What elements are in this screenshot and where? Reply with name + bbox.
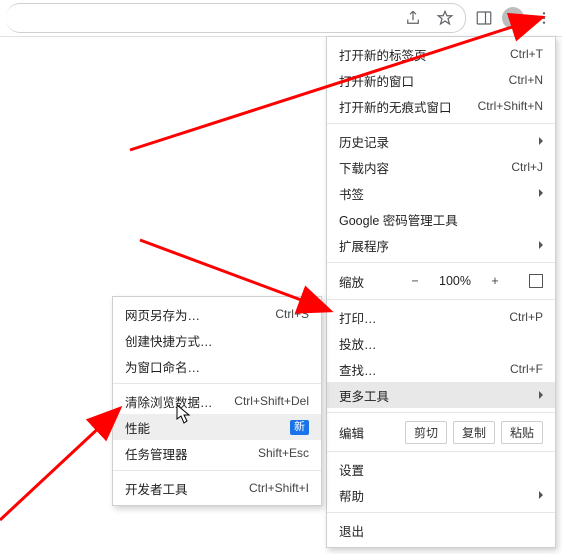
menu-item-label: 任务管理器 bbox=[125, 444, 250, 463]
menu-separator bbox=[327, 299, 555, 300]
menu-item-label: 扩展程序 bbox=[339, 236, 543, 255]
menu-find[interactable]: 查找… Ctrl+F bbox=[327, 356, 555, 382]
address-bar[interactable] bbox=[6, 3, 466, 33]
menu-separator bbox=[327, 451, 555, 452]
menu-new-window[interactable]: 打开新的窗口 Ctrl+N bbox=[327, 67, 555, 93]
menu-separator bbox=[327, 412, 555, 413]
menu-item-label: 查找… bbox=[339, 360, 502, 379]
more-tools-submenu: 网页另存为… Ctrl+S 创建快捷方式… 为窗口命名… 清除浏览数据… Ctr… bbox=[112, 296, 322, 506]
menu-more-tools[interactable]: 更多工具 bbox=[327, 382, 555, 408]
menu-item-shortcut: Ctrl+J bbox=[511, 160, 543, 174]
star-icon[interactable] bbox=[435, 8, 455, 28]
menu-separator bbox=[327, 512, 555, 513]
main-menu: 打开新的标签页 Ctrl+T 打开新的窗口 Ctrl+N 打开新的无痕式窗口 C… bbox=[326, 36, 556, 548]
menu-help[interactable]: 帮助 bbox=[327, 482, 555, 508]
menu-item-shortcut: Ctrl+N bbox=[509, 73, 543, 87]
menu-settings[interactable]: 设置 bbox=[327, 456, 555, 482]
new-badge: 新 bbox=[290, 420, 309, 435]
menu-item-label: 帮助 bbox=[339, 486, 543, 505]
menu-exit[interactable]: 退出 bbox=[327, 517, 555, 543]
submenu-performance[interactable]: 性能 新 bbox=[113, 414, 321, 440]
menu-item-shortcut: Ctrl+Shift+Del bbox=[234, 394, 309, 408]
menu-item-shortcut: Ctrl+T bbox=[510, 47, 543, 61]
cut-button[interactable]: 剪切 bbox=[405, 421, 447, 444]
menu-password-manager[interactable]: Google 密码管理工具 bbox=[327, 206, 555, 232]
menu-item-label: 打印… bbox=[339, 308, 501, 327]
kebab-menu-button[interactable] bbox=[532, 6, 556, 30]
menu-item-label: 历史记录 bbox=[339, 132, 543, 151]
menu-separator bbox=[327, 262, 555, 263]
menu-item-label: 投放… bbox=[339, 334, 543, 353]
menu-item-label: 性能 bbox=[125, 418, 284, 437]
zoom-label: 缩放 bbox=[339, 272, 387, 291]
menu-bookmarks[interactable]: 书签 bbox=[327, 180, 555, 206]
screenshot-stage: 打开新的标签页 Ctrl+T 打开新的窗口 Ctrl+N 打开新的无痕式窗口 C… bbox=[0, 0, 562, 554]
zoom-out-button[interactable]: − bbox=[405, 274, 425, 288]
menu-incognito[interactable]: 打开新的无痕式窗口 Ctrl+Shift+N bbox=[327, 93, 555, 119]
menu-item-shortcut: Ctrl+F bbox=[510, 362, 543, 376]
menu-item-label: 为窗口命名… bbox=[125, 357, 309, 376]
menu-item-label: 打开新的标签页 bbox=[339, 45, 502, 64]
menu-extensions[interactable]: 扩展程序 bbox=[327, 232, 555, 258]
menu-edit: 编辑 剪切 复制 粘贴 bbox=[327, 417, 555, 447]
menu-new-tab[interactable]: 打开新的标签页 Ctrl+T bbox=[327, 41, 555, 67]
menu-separator bbox=[327, 123, 555, 124]
profile-avatar[interactable] bbox=[502, 7, 524, 29]
menu-item-label: 网页另存为… bbox=[125, 305, 267, 324]
submenu-clear-data[interactable]: 清除浏览数据… Ctrl+Shift+Del bbox=[113, 388, 321, 414]
browser-toolbar bbox=[0, 0, 562, 37]
menu-separator bbox=[113, 470, 321, 471]
share-icon[interactable] bbox=[403, 8, 423, 28]
menu-history[interactable]: 历史记录 bbox=[327, 128, 555, 154]
zoom-value: 100% bbox=[435, 274, 475, 288]
edit-label: 编辑 bbox=[339, 423, 387, 442]
menu-item-label: 打开新的无痕式窗口 bbox=[339, 97, 470, 116]
menu-item-shortcut: Ctrl+S bbox=[275, 307, 309, 321]
zoom-in-button[interactable]: + bbox=[485, 274, 505, 288]
menu-item-label: 退出 bbox=[339, 521, 543, 540]
menu-item-label: Google 密码管理工具 bbox=[339, 210, 543, 229]
menu-print[interactable]: 打印… Ctrl+P bbox=[327, 304, 555, 330]
submenu-save-as[interactable]: 网页另存为… Ctrl+S bbox=[113, 301, 321, 327]
menu-item-shortcut: Ctrl+P bbox=[509, 310, 543, 324]
submenu-dev-tools[interactable]: 开发者工具 Ctrl+Shift+I bbox=[113, 475, 321, 501]
menu-separator bbox=[113, 383, 321, 384]
menu-item-label: 更多工具 bbox=[339, 386, 543, 405]
menu-item-label: 开发者工具 bbox=[125, 479, 241, 498]
menu-cast[interactable]: 投放… bbox=[327, 330, 555, 356]
menu-item-shortcut: Ctrl+Shift+N bbox=[478, 99, 543, 113]
submenu-create-shortcut[interactable]: 创建快捷方式… bbox=[113, 327, 321, 353]
menu-item-shortcut: Ctrl+Shift+I bbox=[249, 481, 309, 495]
menu-zoom: 缩放 − 100% + bbox=[327, 267, 555, 295]
fullscreen-icon[interactable] bbox=[529, 274, 543, 288]
menu-downloads[interactable]: 下载内容 Ctrl+J bbox=[327, 154, 555, 180]
menu-item-label: 下载内容 bbox=[339, 158, 503, 177]
menu-item-shortcut: Shift+Esc bbox=[258, 446, 309, 460]
menu-item-label: 清除浏览数据… bbox=[125, 392, 226, 411]
paste-button[interactable]: 粘贴 bbox=[501, 421, 543, 444]
submenu-name-window[interactable]: 为窗口命名… bbox=[113, 353, 321, 379]
copy-button[interactable]: 复制 bbox=[453, 421, 495, 444]
submenu-task-manager[interactable]: 任务管理器 Shift+Esc bbox=[113, 440, 321, 466]
menu-item-label: 设置 bbox=[339, 460, 543, 479]
menu-item-label: 打开新的窗口 bbox=[339, 71, 501, 90]
side-panel-icon[interactable] bbox=[474, 8, 494, 28]
menu-item-label: 创建快捷方式… bbox=[125, 331, 309, 350]
menu-item-label: 书签 bbox=[339, 184, 543, 203]
